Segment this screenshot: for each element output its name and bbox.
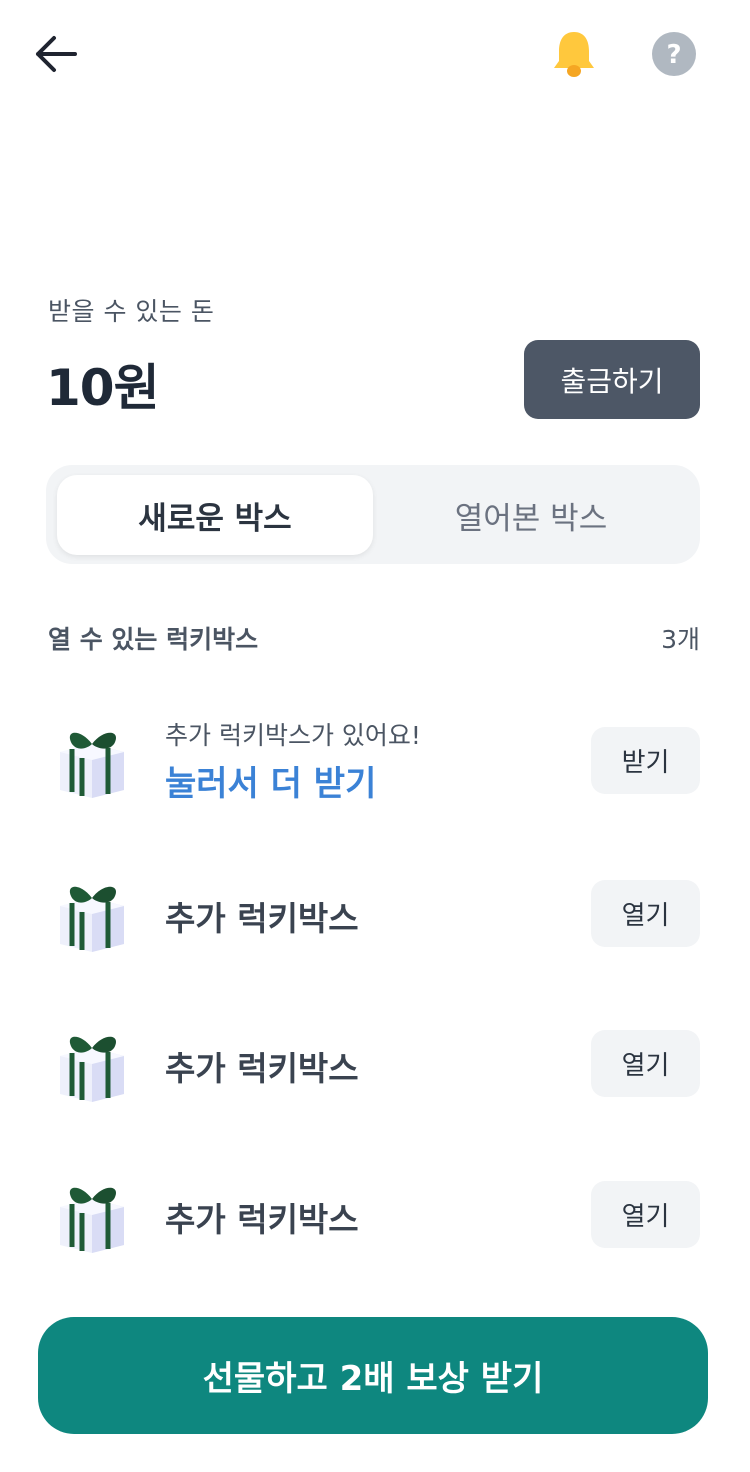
list-item-title: 추가 럭키박스 — [165, 1200, 359, 1239]
withdraw-button[interactable]: 출금하기 — [524, 340, 700, 419]
list-item-subtitle: 추가 럭키박스가 있어요! — [165, 721, 421, 750]
balance-amount: 10원 — [46, 359, 160, 417]
gift-box-icon — [52, 1177, 132, 1261]
list-item-title: 추가 럭키박스 — [165, 899, 359, 938]
svg-text:?: ? — [666, 40, 681, 70]
gift-box-icon — [52, 1026, 132, 1110]
notification-button[interactable] — [546, 26, 602, 82]
box-tabs: 새로운 박스 열어본 박스 — [46, 465, 700, 564]
question-circle-icon: ? — [652, 32, 696, 76]
open-button[interactable]: 열기 — [591, 880, 700, 947]
gift-box-icon — [52, 722, 132, 806]
bell-icon — [554, 32, 594, 77]
back-button[interactable] — [28, 26, 84, 82]
list-item-title: 추가 럭키박스 — [165, 1049, 359, 1088]
more-boxes-link[interactable]: 눌러서 더 받기 — [165, 756, 376, 805]
section-count: 3개 — [661, 625, 700, 654]
section-title: 열 수 있는 럭키박스 — [48, 625, 259, 654]
tab-new-boxes[interactable]: 새로운 박스 — [57, 475, 373, 555]
gift-double-reward-button[interactable]: 선물하고 2배 보상 받기 — [38, 1317, 708, 1434]
open-button[interactable]: 열기 — [591, 1181, 700, 1248]
help-button[interactable]: ? — [646, 26, 702, 82]
balance-label: 받을 수 있는 돈 — [48, 297, 215, 326]
gift-box-icon — [52, 876, 132, 960]
open-button[interactable]: 열기 — [591, 1030, 700, 1097]
receive-button[interactable]: 받기 — [591, 727, 700, 794]
arrow-left-icon — [36, 36, 77, 72]
tab-opened-boxes[interactable]: 열어본 박스 — [373, 475, 689, 555]
